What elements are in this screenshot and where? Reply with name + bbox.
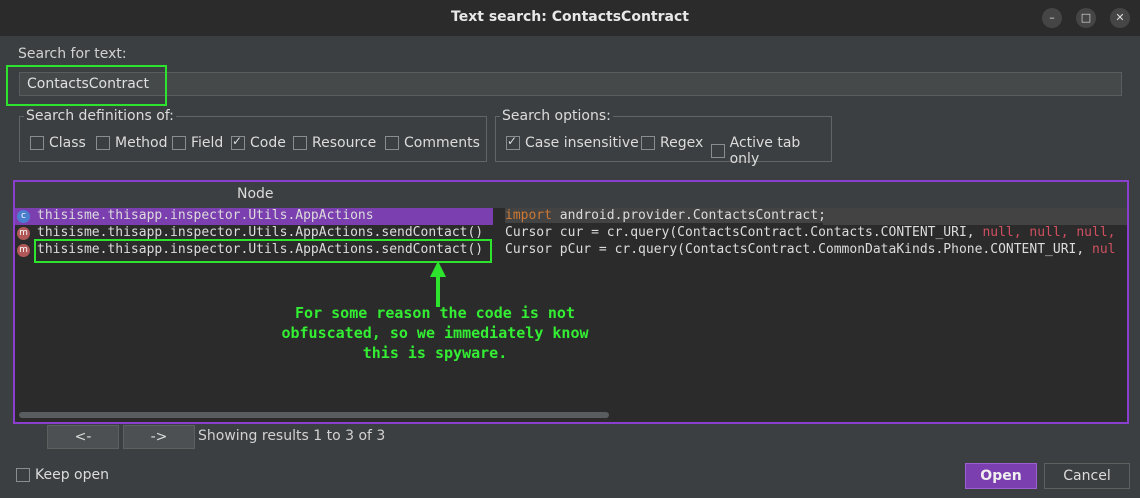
previous-page-button[interactable]: <-: [47, 425, 119, 449]
checkbox-box[interactable]: [96, 136, 110, 150]
checkbox-class[interactable]: Class: [30, 135, 86, 151]
code-text: Cursor pCur = cr.query(ContactsContract.…: [505, 242, 1115, 257]
method-icon: m: [17, 244, 30, 257]
checkbox-field[interactable]: Field: [172, 135, 223, 151]
checkbox-label: Regex: [660, 135, 704, 151]
annotation-highlight-search: [6, 65, 167, 106]
checkbox-box[interactable]: [385, 136, 399, 150]
code-rest: android.provider.ContactsContract;: [551, 208, 826, 223]
class-icon: c: [17, 210, 30, 223]
window-title: Text search: ContactsContract: [451, 9, 689, 25]
checkbox-label: Resource: [312, 135, 377, 151]
method-icon: m: [17, 227, 30, 240]
minimize-button[interactable]: –: [1042, 8, 1062, 28]
table-row[interactable]: c thisisme.thisapp.inspector.Utils.AppAc…: [15, 208, 1127, 225]
search-input[interactable]: ContactsContract: [19, 72, 1122, 96]
checkbox-resource[interactable]: Resource: [293, 135, 376, 151]
code-text: import android.provider.ContactsContract…: [505, 208, 826, 223]
code-null: nul: [1092, 242, 1116, 257]
search-definitions-label: Search definitions of:: [24, 108, 176, 124]
checkbox-case-insensitive[interactable]: Case insensitive: [506, 134, 639, 151]
checkbox-box[interactable]: [172, 136, 186, 150]
annotation-line: For some reason the code is not: [295, 304, 575, 322]
node-text: thisisme.thisapp.inspector.Utils.AppActi…: [37, 225, 484, 240]
checkbox-label: Comments: [404, 135, 480, 151]
checkbox-label: Keep open: [35, 467, 109, 483]
horizontal-scrollbar[interactable]: [19, 412, 609, 418]
search-options-group: Search options: Case insensitive Regex A…: [495, 108, 832, 167]
checkbox-code[interactable]: Code: [231, 134, 286, 151]
checkbox-box[interactable]: [231, 134, 245, 150]
checkbox-regex[interactable]: Regex: [641, 135, 703, 151]
checkbox-label: Method: [115, 135, 168, 151]
checkbox-label: Code: [250, 135, 286, 151]
annotation-highlight-row: [34, 239, 492, 263]
annotation-text: For some reason the code is not obfuscat…: [200, 303, 670, 363]
code-keyword: import: [505, 208, 552, 223]
arrow-up-icon: [430, 261, 446, 307]
checkbox-label: Class: [49, 135, 86, 151]
maximize-button[interactable]: □: [1076, 8, 1096, 28]
results-status: Showing results 1 to 3 of 3: [198, 428, 386, 444]
annotation-line: this is spyware.: [362, 344, 508, 362]
checkbox-box[interactable]: [16, 468, 30, 482]
checkbox-label: Case insensitive: [525, 135, 639, 151]
code-text: Cursor cur = cr.query(ContactsContract.C…: [505, 225, 1116, 240]
checkbox-keep-open[interactable]: Keep open: [16, 467, 109, 483]
cancel-button[interactable]: Cancel: [1044, 463, 1130, 489]
checkbox-box[interactable]: [293, 136, 307, 150]
open-button[interactable]: Open: [965, 463, 1037, 489]
annotation-line: obfuscated, so we immediately know: [281, 324, 589, 342]
checkbox-label: Active tab only: [729, 135, 801, 167]
checkbox-method[interactable]: Method: [96, 135, 168, 151]
code-main: Cursor pCur = cr.query(ContactsContract.…: [505, 242, 1092, 257]
code-null: null, null, null,: [982, 225, 1116, 240]
close-button[interactable]: ✕: [1110, 8, 1130, 28]
search-options-label: Search options:: [500, 108, 613, 124]
node-text: thisisme.thisapp.inspector.Utils.AppActi…: [37, 208, 374, 223]
checkbox-comments[interactable]: Comments: [385, 135, 480, 151]
checkbox-box[interactable]: [711, 144, 725, 158]
checkbox-box[interactable]: [641, 136, 655, 150]
row-highlight: [823, 208, 1127, 225]
title-bar: Text search: ContactsContract – □ ✕: [0, 0, 1140, 36]
checkbox-label: Field: [191, 135, 224, 151]
search-label: Search for text:: [18, 46, 127, 62]
results-table: Node c thisisme.thisapp.inspector.Utils.…: [13, 180, 1129, 424]
results-header: Node: [15, 182, 1127, 208]
next-page-button[interactable]: ->: [123, 425, 195, 449]
checkbox-active-tab-only[interactable]: Active tab only: [711, 135, 831, 167]
code-main: Cursor cur = cr.query(ContactsContract.C…: [505, 225, 983, 240]
search-definitions-group: Search definitions of: Class Method Fiel…: [19, 108, 487, 162]
checkbox-box[interactable]: [30, 136, 44, 150]
column-node[interactable]: Node: [237, 186, 274, 202]
checkbox-box[interactable]: [506, 134, 520, 150]
